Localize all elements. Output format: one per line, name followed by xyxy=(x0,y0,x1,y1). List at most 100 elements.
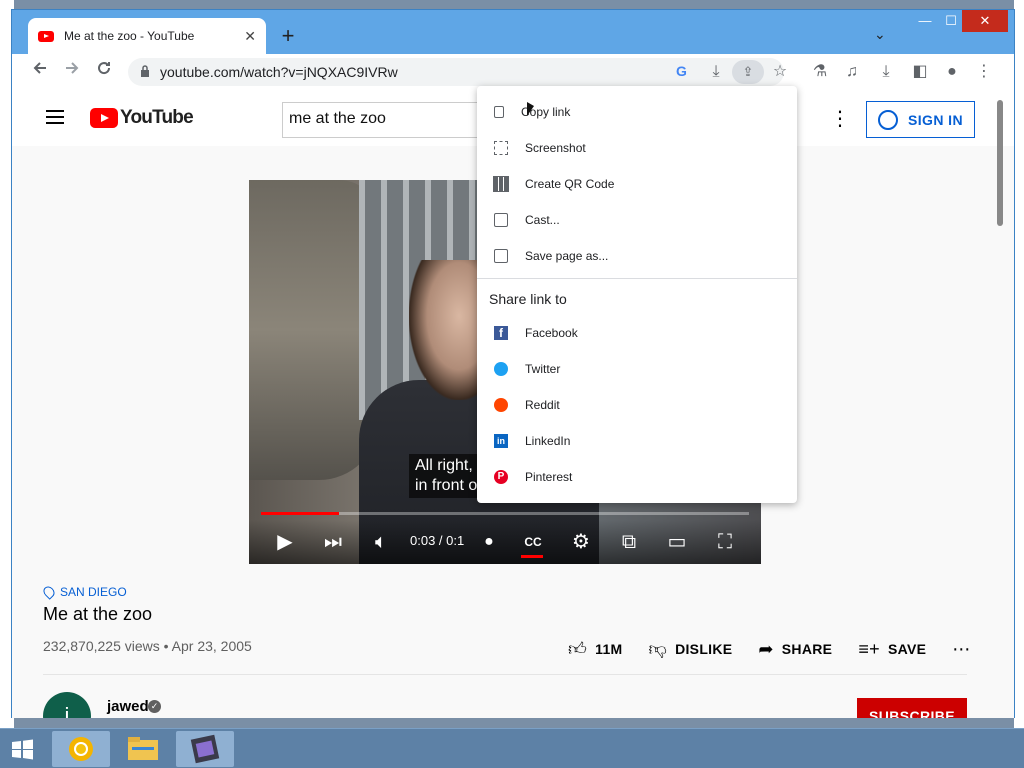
youtube-logo[interactable]: YouTube xyxy=(90,107,194,129)
google-lens-icon[interactable]: G xyxy=(676,63,687,79)
player-controls: ▶ ⏭ 🔈︎ 0:03 / 0:1 ● CC ⚙ ⧉ ▭ ⛶ xyxy=(249,520,761,564)
youtube-favicon-icon xyxy=(38,30,54,42)
hamburger-menu-icon[interactable] xyxy=(46,110,64,124)
menu-item-cast[interactable]: Cast... xyxy=(477,202,797,238)
share-target-label: LinkedIn xyxy=(525,434,571,448)
more-options-icon[interactable]: ⋮ xyxy=(830,106,850,131)
tab-title: Me at the zoo - YouTube xyxy=(64,29,195,43)
facebook-icon: f xyxy=(494,326,508,340)
progress-bar[interactable] xyxy=(261,512,749,515)
back-icon[interactable] xyxy=(28,60,52,84)
subscribe-button[interactable]: SUBSCRIBE xyxy=(857,698,967,718)
play-icon[interactable]: ▶ xyxy=(271,530,299,554)
sign-in-button[interactable]: SIGN IN xyxy=(866,101,975,138)
windows-start-icon[interactable] xyxy=(4,733,40,765)
channel-name[interactable]: jawed xyxy=(107,698,149,715)
volume-icon[interactable]: 🔈︎ xyxy=(367,530,395,554)
share-target-label: Twitter xyxy=(525,362,561,376)
close-window-button[interactable]: ✕ xyxy=(962,10,1008,32)
menu-separator xyxy=(477,278,797,279)
video-meta: 232,870,225 views • Apr 23, 2005 xyxy=(43,638,252,654)
menu-item-copy-link[interactable]: Copy link xyxy=(477,94,797,130)
channel-avatar[interactable]: i xyxy=(43,692,91,718)
miniplayer-icon[interactable]: ⧉ xyxy=(615,530,643,554)
forward-icon[interactable] xyxy=(60,60,84,84)
share-arrow-icon: ➦ xyxy=(758,638,774,659)
video-actions: 👍︎ 11M 👎︎ DISLIKE ➦ SHARE ≡+ SAVE ⋯ xyxy=(568,638,971,660)
more-actions-button[interactable]: ⋯ xyxy=(952,639,970,660)
share-target-linkedin[interactable]: in LinkedIn xyxy=(477,423,797,459)
account-circle-icon xyxy=(878,109,899,130)
page-scrollbar[interactable] xyxy=(997,100,1003,226)
save-button[interactable]: ≡+ SAVE xyxy=(858,639,926,660)
taskbar-movie-maker-icon[interactable] xyxy=(176,731,234,767)
youtube-play-logo-icon xyxy=(90,108,118,128)
taskbar-file-explorer-icon[interactable] xyxy=(114,731,172,767)
downloads-icon[interactable]: ⤓ xyxy=(874,60,898,84)
menu-item-label: Create QR Code xyxy=(525,177,615,191)
share-target-facebook[interactable]: f Facebook xyxy=(477,315,797,351)
reload-icon[interactable] xyxy=(92,60,116,84)
like-button[interactable]: 👍︎ 11M xyxy=(568,638,623,660)
fullscreen-icon[interactable]: ⛶ xyxy=(711,530,739,554)
settings-gear-icon[interactable]: ⚙ xyxy=(567,530,595,554)
save-label: SAVE xyxy=(887,641,927,657)
install-app-icon[interactable]: ⤓ xyxy=(704,60,728,84)
share-target-label: Pinterest xyxy=(525,470,573,484)
dislike-button[interactable]: 👎︎ DISLIKE xyxy=(649,638,733,660)
tab-strip: Me at the zoo - YouTube ✕ + ⌄ — ☐ ✕ xyxy=(12,10,1014,54)
tab-close-icon[interactable]: ✕ xyxy=(244,28,256,45)
share-target-label: Reddit xyxy=(525,398,560,412)
labs-flask-icon[interactable]: ⚗ xyxy=(808,60,832,84)
thumbs-down-icon: 👎︎ xyxy=(648,639,668,659)
autoplay-toggle-icon[interactable]: ● xyxy=(475,530,503,554)
video-title: Me at the zoo xyxy=(43,604,153,624)
location-label: SAN DIEGO xyxy=(60,585,127,599)
twitter-icon xyxy=(494,362,508,376)
share-target-pinterest[interactable]: P Pinterest xyxy=(477,459,797,495)
theater-mode-icon[interactable]: ▭ xyxy=(663,530,691,554)
share-menu: Copy link Screenshot Create QR Code Cast… xyxy=(477,86,797,503)
side-panel-icon[interactable]: ◧ xyxy=(908,60,932,84)
taskbar-chrome-icon[interactable] xyxy=(52,731,110,767)
tab-search-button[interactable]: ⌄ xyxy=(874,26,886,43)
like-count: 11M xyxy=(595,641,623,657)
subtitles-cc-icon[interactable]: CC xyxy=(519,530,547,554)
profile-avatar-icon[interactable]: ● xyxy=(940,60,964,84)
desktop-background-right xyxy=(1014,0,1024,730)
dislike-label: DISLIKE xyxy=(675,641,733,657)
video-location[interactable]: SAN DIEGO xyxy=(41,584,127,600)
bookmark-star-icon[interactable]: ☆ xyxy=(768,60,792,84)
more-horizontal-icon: ⋯ xyxy=(952,638,971,659)
share-icon[interactable]: ⇪ xyxy=(732,60,764,84)
save-page-icon xyxy=(494,249,508,263)
share-target-reddit[interactable]: Reddit xyxy=(477,387,797,423)
cast-icon xyxy=(494,213,508,227)
reddit-icon xyxy=(494,398,508,412)
search-input[interactable]: me at the zoo xyxy=(282,102,482,138)
media-controls-icon[interactable]: ♫ xyxy=(840,60,864,84)
new-tab-button[interactable]: + xyxy=(276,24,300,48)
thumbs-up-icon: 👍︎ xyxy=(568,639,588,659)
chrome-menu-icon[interactable]: ⋮ xyxy=(972,60,996,84)
share-target-twitter[interactable]: Twitter xyxy=(477,351,797,387)
address-bar[interactable]: youtube.com/watch?v=jNQXAC9IVRw G ⤓ ⇪ ☆ xyxy=(128,58,787,86)
menu-item-save-page[interactable]: Save page as... xyxy=(477,238,797,274)
menu-item-screenshot[interactable]: Screenshot xyxy=(477,130,797,166)
screenshot-icon xyxy=(494,141,508,155)
share-button[interactable]: ➦ SHARE xyxy=(758,639,832,660)
pinterest-icon: P xyxy=(494,470,508,484)
url-text[interactable]: youtube.com/watch?v=jNQXAC9IVRw xyxy=(160,64,398,80)
verified-check-icon: ✓ xyxy=(148,700,161,713)
subtitles-active-indicator xyxy=(521,555,543,558)
taskbar xyxy=(0,728,1024,768)
share-label: SHARE xyxy=(781,641,833,657)
menu-item-qr-code[interactable]: Create QR Code xyxy=(477,166,797,202)
next-icon[interactable]: ⏭ xyxy=(319,530,347,554)
copy-icon xyxy=(494,106,504,118)
linkedin-icon: in xyxy=(494,434,508,448)
menu-item-label: Save page as... xyxy=(525,249,609,263)
lock-icon[interactable] xyxy=(140,65,150,78)
share-heading: Share link to xyxy=(489,291,567,307)
tab-youtube[interactable]: Me at the zoo - YouTube ✕ xyxy=(28,18,266,54)
